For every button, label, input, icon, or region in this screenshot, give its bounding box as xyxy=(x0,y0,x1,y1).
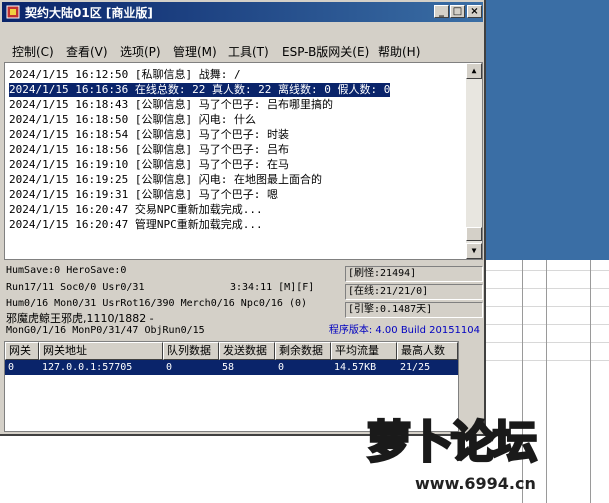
menu-tools[interactable]: 工具(T) xyxy=(228,43,269,60)
log-line: 2024/1/15 16:20:47 管理NPC重新加载完成... xyxy=(9,218,263,231)
log-line: 2024/1/15 16:20:47 交易NPC重新加载完成... xyxy=(9,203,263,216)
scroll-up-icon[interactable]: ▲ xyxy=(466,63,482,79)
window-title: 契约大陆01区 [商业版] xyxy=(25,6,153,20)
desktop-background xyxy=(486,0,609,260)
menu-bar: 控制(C) 查看(V) 选项(P) 管理(M) 工具(T) ESP-B版网关(E… xyxy=(2,42,483,61)
cell-gateway: 0 xyxy=(8,362,15,373)
status-save: HumSave:0 HeroSave:0 xyxy=(6,265,127,276)
menu-esp-gateway[interactable]: ESP-B版网关(E) xyxy=(282,43,369,60)
forum-watermark-logo: 萝卜论坛 www.6994.cn xyxy=(355,400,605,500)
menu-control[interactable]: 控制(C) xyxy=(12,43,54,60)
table-header: 网关 网关地址 队列数据 发送数据 剩余数据 平均流量 最高人数 xyxy=(5,342,458,360)
status-mon: MonG0/1/16 MonP0/31/47 ObjRun0/15 xyxy=(6,325,205,336)
status-boss: 邪魔虎鲸王邪虎,1110/1882 - xyxy=(6,312,154,325)
title-bar[interactable]: 契约大陆01区 [商业版] _ □ × xyxy=(2,2,483,22)
col-remaining[interactable]: 剩余数据 xyxy=(275,342,331,360)
col-avg-traffic[interactable]: 平均流量 xyxy=(331,342,397,360)
log-line: 2024/1/15 16:19:31 [公聊信息] 马了个巴子: 嗯 xyxy=(9,188,278,201)
status-time: 3:34:11 [M][F] xyxy=(230,282,315,293)
refresh-counter: [刷怪:21494] xyxy=(345,266,483,282)
menu-manage[interactable]: 管理(M) xyxy=(173,43,217,60)
status-hum: Hum0/16 Mon0/31 UsrRot16/390 Merch0/16 N… xyxy=(6,298,308,309)
watermark-text: 萝卜论坛 xyxy=(366,416,539,470)
col-max-users[interactable]: 最高人数 xyxy=(397,342,458,360)
menu-options[interactable]: 选项(P) xyxy=(120,43,161,60)
cell-sent: 58 xyxy=(222,362,235,373)
log-line: 2024/1/15 16:18:54 [公聊信息] 马了个巴子: 时装 xyxy=(9,128,289,141)
maximize-button[interactable]: □ xyxy=(450,5,465,18)
server-window: 契约大陆01区 [商业版] _ □ × 控制(C) 查看(V) 选项(P) 管理… xyxy=(0,0,486,436)
cell-max-users: 21/25 xyxy=(400,362,431,373)
cell-queue: 0 xyxy=(166,362,173,373)
cell-remaining: 0 xyxy=(278,362,285,373)
col-queue[interactable]: 队列数据 xyxy=(163,342,219,360)
online-counter: [在线:21/21/0] xyxy=(345,284,483,300)
minimize-button[interactable]: _ xyxy=(434,5,449,18)
cell-address: 127.0.0.1:57705 xyxy=(42,362,133,373)
log-line: 2024/1/15 16:18:43 [公聊信息] 马了个巴子: 吕布哪里搞的 xyxy=(9,98,333,111)
log-line: 2024/1/15 16:19:25 [公聊信息] 闪电: 在地图最上面合的 xyxy=(9,173,322,186)
col-address[interactable]: 网关地址 xyxy=(39,342,163,360)
log-line: 2024/1/15 16:19:10 [公聊信息] 马了个巴子: 在马 xyxy=(9,158,289,171)
menu-help[interactable]: 帮助(H) xyxy=(378,43,420,60)
engine-uptime: [引擎:0.1487天] xyxy=(345,302,483,318)
log-line: 2024/1/15 16:18:56 [公聊信息] 马了个巴子: 吕布 xyxy=(9,143,289,156)
menu-view[interactable]: 查看(V) xyxy=(66,43,108,60)
table-row[interactable]: 0 127.0.0.1:57705 0 58 0 14.57KB 21/25 xyxy=(5,360,458,375)
program-version: 程序版本: 4.00 Build 20151104 xyxy=(328,325,480,336)
log-scrollbar[interactable]: ▲ ▼ xyxy=(466,63,482,259)
app-icon xyxy=(6,5,20,19)
status-run: Run17/11 Soc0/0 Usr0/31 xyxy=(6,282,145,293)
log-line-selected: 2024/1/15 16:16:36 在线总数: 22 真人数: 22 离线数:… xyxy=(9,83,391,97)
close-button[interactable]: × xyxy=(467,5,482,18)
watermark-url: www.6994.cn xyxy=(415,474,536,493)
scroll-down-icon[interactable]: ▼ xyxy=(466,243,482,259)
scroll-thumb[interactable] xyxy=(466,227,482,241)
log-panel[interactable]: 2024/1/15 16:12:50 [私聊信息] 战舞: / 2024/1/1… xyxy=(4,62,483,260)
cell-avg-traffic: 14.57KB xyxy=(334,362,377,373)
log-line: 2024/1/15 16:18:50 [公聊信息] 闪电: 什么 xyxy=(9,113,256,126)
col-gateway[interactable]: 网关 xyxy=(5,342,39,360)
log-line: 2024/1/15 16:12:50 [私聊信息] 战舞: / xyxy=(9,68,241,81)
col-sent[interactable]: 发送数据 xyxy=(219,342,275,360)
